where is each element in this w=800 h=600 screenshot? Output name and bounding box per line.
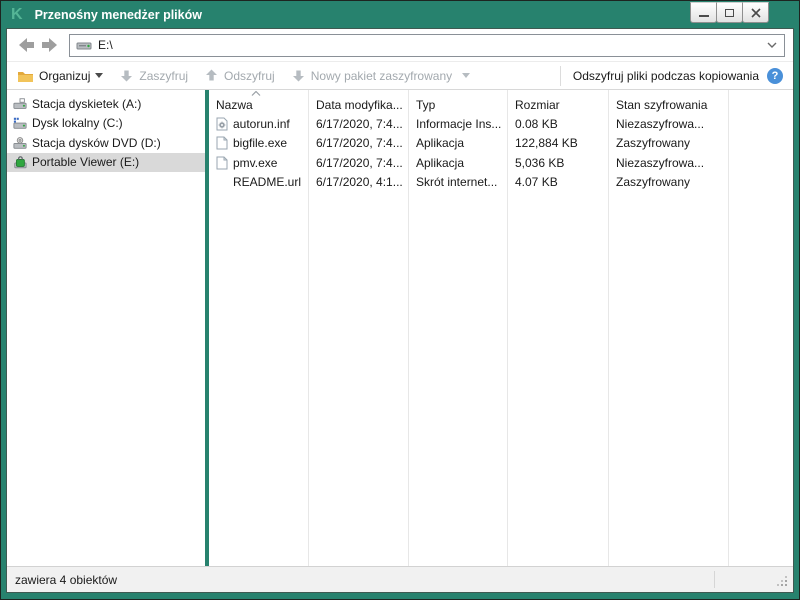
- status-separator: [714, 571, 715, 588]
- file-name: pmv.exe: [233, 156, 277, 170]
- file-name: autorun.inf: [233, 117, 290, 131]
- file-modified: 6/17/2020, 4:1...: [308, 175, 408, 189]
- kaspersky-logo-icon: K: [11, 7, 23, 23]
- address-path: E:\: [98, 38, 760, 52]
- encrypted-drive-icon: [13, 155, 27, 169]
- new-encrypted-package-button[interactable]: Nowy pakiet zaszyfrowany: [291, 68, 452, 83]
- address-bar: E:\: [7, 29, 793, 62]
- file-type: Skrót internet...: [408, 175, 507, 189]
- sidebar-item-label: Dysk lokalny (C:): [32, 116, 123, 130]
- organize-label: Organizuj: [39, 69, 90, 83]
- sidebar-item-label: Stacja dyskietek (A:): [32, 97, 141, 111]
- file-icon: [215, 136, 229, 150]
- organize-button[interactable]: Organizuj: [17, 69, 103, 83]
- sidebar-item-floppy-a[interactable]: Stacja dyskietek (A:): [7, 94, 205, 114]
- file-type: Informacje Ins...: [408, 117, 507, 131]
- close-icon: [751, 8, 761, 18]
- sidebar-item-dvd-d[interactable]: Stacja dysków DVD (D:): [7, 133, 205, 153]
- file-size: 4.07 KB: [507, 175, 608, 189]
- column-header-size[interactable]: Rozmiar: [507, 98, 608, 112]
- decrypt-arrow-up-icon: [204, 68, 219, 83]
- encrypt-arrow-down-icon: [119, 68, 134, 83]
- main-area: Stacja dyskietek (A:) Dysk lokalny (C:): [7, 90, 793, 566]
- help-icon[interactable]: ?: [767, 68, 783, 84]
- dvd-drive-icon: [13, 136, 27, 150]
- file-row-autorun[interactable]: autorun.inf 6/17/2020, 7:4... Informacje…: [209, 114, 793, 134]
- file-row-pmv[interactable]: pmv.exe 6/17/2020, 7:4... Aplikacja 5,03…: [209, 153, 793, 173]
- window-title: Przenośny menedżer plików: [35, 8, 202, 22]
- file-modified: 6/17/2020, 7:4...: [308, 117, 408, 131]
- toolbar-separator: [560, 66, 561, 86]
- file-modified: 6/17/2020, 7:4...: [308, 136, 408, 150]
- file-size: 5,036 KB: [507, 156, 608, 170]
- window-controls: [691, 2, 769, 23]
- status-bar: zawiera 4 obiektów: [7, 566, 793, 592]
- local-disk-icon: [13, 116, 27, 130]
- file-icon: [215, 156, 229, 170]
- toolbar: Organizuj Zaszyfruj Odszyfruj Nowy pakie…: [7, 62, 793, 90]
- file-encryption: Niezaszyfrowa...: [608, 117, 728, 131]
- decrypt-on-copy-label: Odszyfruj pliki podczas kopiowania: [573, 69, 759, 83]
- new-package-label: Nowy pakiet zaszyfrowany: [311, 69, 452, 83]
- file-list: Nazwa Data modyfika... Typ Rozmiar Stan …: [209, 90, 793, 566]
- drive-icon: [76, 39, 92, 51]
- resize-grip-icon[interactable]: [785, 584, 787, 586]
- column-header-modified[interactable]: Data modyfika...: [308, 98, 408, 112]
- window-content: E:\ Organizuj Zaszyfruj Odszyfruj: [6, 28, 794, 593]
- caret-down-icon: [462, 73, 470, 78]
- blank-icon-slot: [215, 175, 229, 189]
- file-size: 122,884 KB: [507, 136, 608, 150]
- address-combobox[interactable]: E:\: [69, 34, 785, 57]
- file-row-readme[interactable]: README.url 6/17/2020, 4:1... Skrót inter…: [209, 173, 793, 193]
- maximize-icon: [725, 9, 734, 17]
- forward-button[interactable]: [39, 34, 61, 56]
- close-button[interactable]: [742, 2, 769, 23]
- sidebar-item-portable-e[interactable]: Portable Viewer (E:): [7, 153, 205, 173]
- column-header-encryption[interactable]: Stan szyfrowania: [608, 98, 728, 112]
- file-type: Aplikacja: [408, 156, 507, 170]
- navigation-buttons: [15, 34, 61, 56]
- decrypt-button[interactable]: Odszyfruj: [204, 68, 275, 83]
- sidebar-item-label: Portable Viewer (E:): [32, 155, 139, 169]
- encrypt-button[interactable]: Zaszyfruj: [119, 68, 188, 83]
- file-encryption: Niezaszyfrowa...: [608, 156, 728, 170]
- maximize-button[interactable]: [716, 2, 743, 23]
- drives-sidebar: Stacja dyskietek (A:) Dysk lokalny (C:): [7, 90, 205, 566]
- config-file-icon: [215, 117, 229, 131]
- status-text: zawiera 4 obiektów: [15, 573, 117, 587]
- caret-down-icon: [95, 73, 103, 78]
- file-name: README.url: [233, 175, 301, 189]
- file-row-bigfile[interactable]: bigfile.exe 6/17/2020, 7:4... Aplikacja …: [209, 134, 793, 154]
- forward-arrow-icon: [39, 34, 61, 56]
- title-bar[interactable]: K Przenośny menedżer plików: [1, 1, 799, 28]
- back-button[interactable]: [15, 34, 37, 56]
- file-name: bigfile.exe: [233, 136, 287, 150]
- file-modified: 6/17/2020, 7:4...: [308, 156, 408, 170]
- file-encryption: Zaszyfrowany: [608, 175, 728, 189]
- chevron-down-icon[interactable]: [766, 41, 778, 49]
- column-header-name[interactable]: Nazwa: [209, 98, 308, 112]
- file-encryption: Zaszyfrowany: [608, 136, 728, 150]
- minimize-icon: [699, 15, 709, 17]
- back-arrow-icon: [15, 34, 37, 56]
- encrypt-label: Zaszyfruj: [139, 69, 188, 83]
- decrypt-label: Odszyfruj: [224, 69, 275, 83]
- new-package-dropdown-button[interactable]: [462, 73, 470, 78]
- file-type: Aplikacja: [408, 136, 507, 150]
- package-arrow-down-icon: [291, 68, 306, 83]
- sort-ascending-icon: [251, 91, 261, 96]
- list-header: Nazwa Data modyfika... Typ Rozmiar Stan …: [209, 90, 793, 114]
- folder-icon: [17, 69, 34, 83]
- floppy-drive-icon: [13, 97, 27, 111]
- sidebar-item-local-c[interactable]: Dysk lokalny (C:): [7, 114, 205, 134]
- minimize-button[interactable]: [690, 2, 717, 23]
- portable-file-manager-window: K Przenośny menedżer plików: [0, 0, 800, 600]
- file-size: 0.08 KB: [507, 117, 608, 131]
- column-header-type[interactable]: Typ: [408, 98, 507, 112]
- sidebar-item-label: Stacja dysków DVD (D:): [32, 136, 161, 150]
